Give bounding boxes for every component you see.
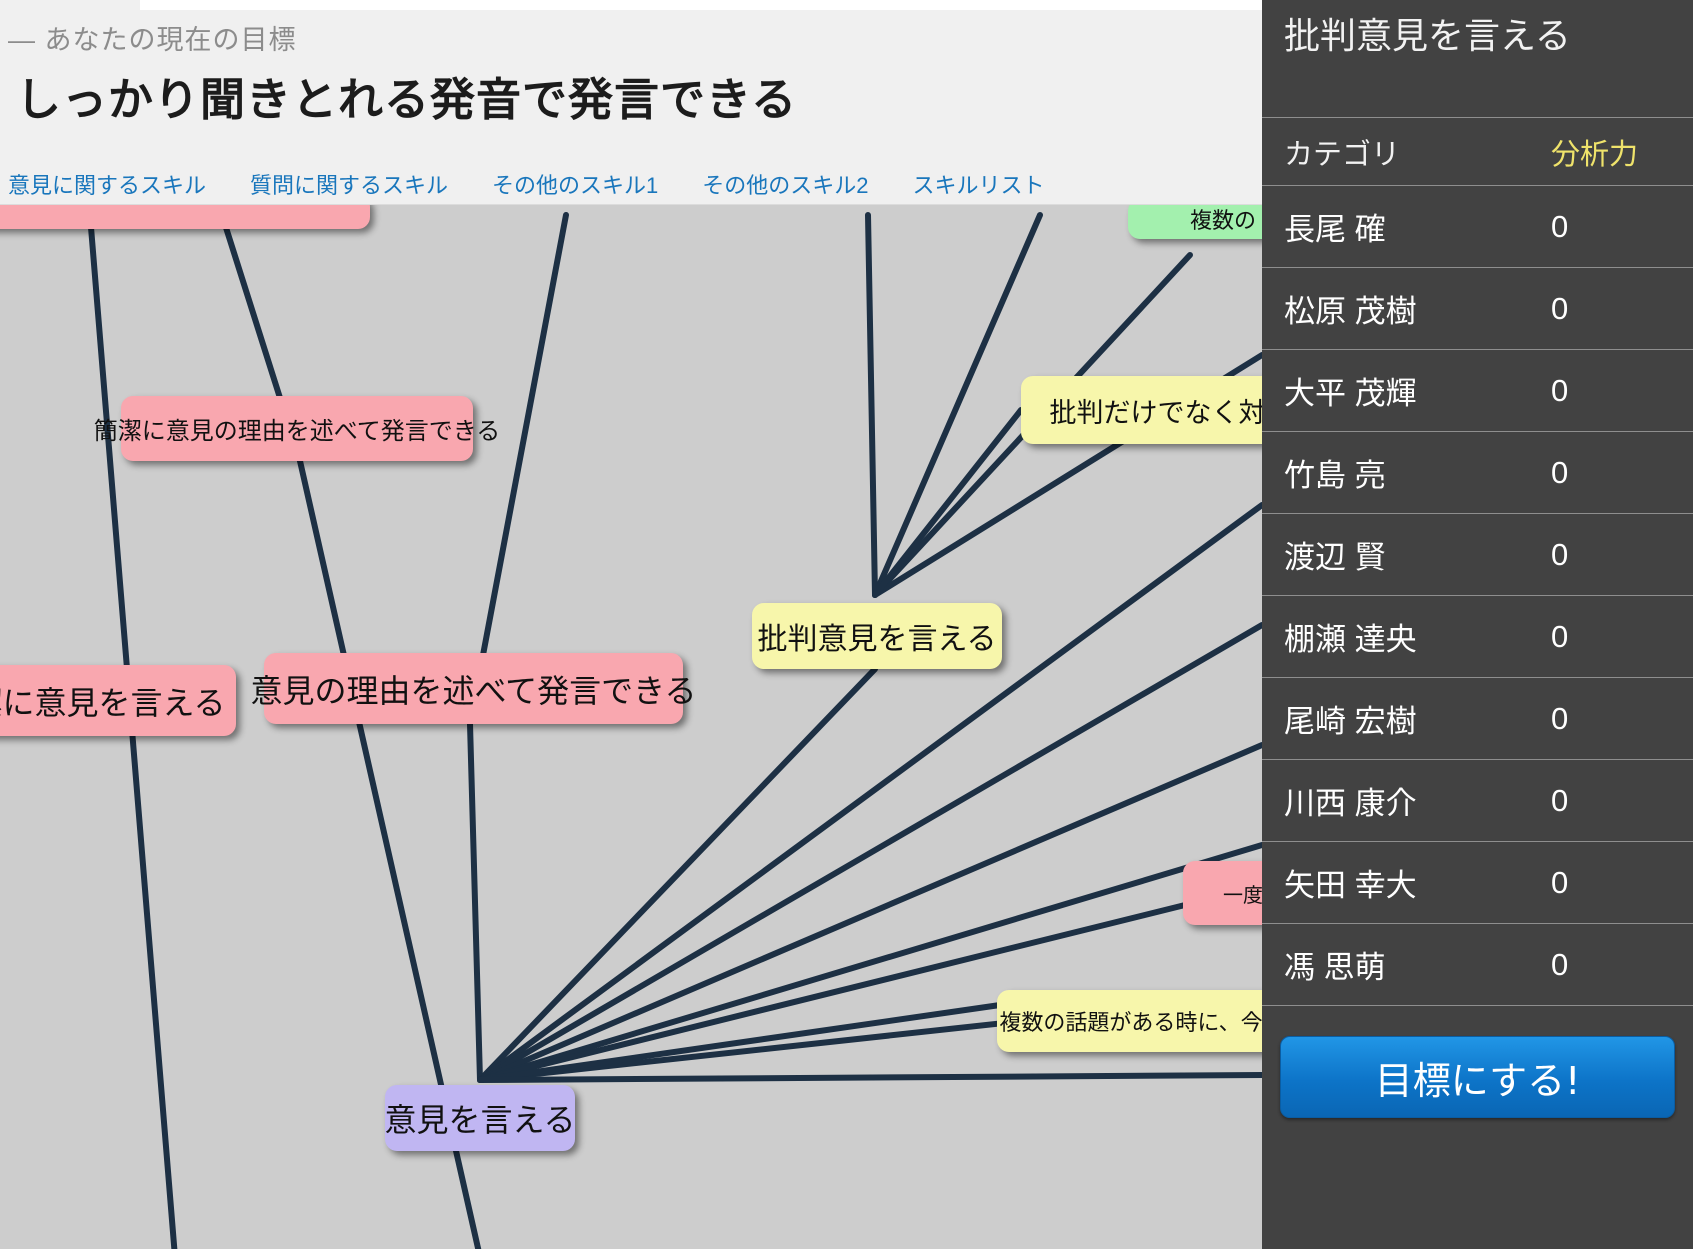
panel-member-row[interactable]: 長尾 確0 [1262,186,1693,268]
panel-member-row[interactable]: 尾崎 宏樹0 [1262,678,1693,760]
header-top-strip-pad [0,0,140,10]
panel-member-name: 馮 思萌 [1284,942,1551,987]
panel-member-score: 0 [1551,701,1671,737]
panel-member-score: 0 [1551,291,1671,327]
panel-member-name: 松原 茂樹 [1284,286,1551,331]
app-root: — あなたの現在の目標 しっかり聞きとれる発音で発言できる 意見に関するスキル … [0,0,1693,1249]
header-top-strip [0,0,1262,10]
mindmap-node[interactable]: 一度の発 [1183,861,1262,925]
mindmap-node-label: 複数の話題がある時に、今話 [999,1005,1262,1037]
mindmap-node-label: 一度の発 [1223,879,1262,908]
skill-detail-panel: 批判意見を言える カテゴリ 分析力 長尾 確0松原 茂樹0大平 茂輝0竹島 亮0… [1262,0,1693,1249]
panel-member-score: 0 [1551,619,1671,655]
mindmap-node[interactable]: 複数の [1128,205,1262,239]
mindmap-node[interactable]: 簡潔に意見の理由を述べて発言できる [121,396,473,461]
panel-spacer [1262,1006,1693,1036]
panel-member-row[interactable]: 渡辺 賢0 [1262,514,1693,596]
panel-member-name: 渡辺 賢 [1284,532,1551,577]
panel-member-score: 0 [1551,947,1671,983]
page-header: — あなたの現在の目標 しっかり聞きとれる発音で発言できる 意見に関するスキル … [0,0,1262,205]
panel-member-row[interactable]: 川西 康介0 [1262,760,1693,842]
mindmap-edge [875,215,1040,595]
panel-member-score: 0 [1551,455,1671,491]
panel-member-name: 棚瀬 達央 [1284,614,1551,659]
nav-link-skill-list[interactable]: スキルリスト [913,168,1045,200]
panel-member-row[interactable]: 馮 思萌0 [1262,924,1693,1006]
mindmap-node[interactable]: 批判意見を言える [752,603,1002,669]
panel-member-score: 0 [1551,865,1671,901]
panel-member-name: 矢田 幸大 [1284,860,1551,905]
mindmap-node[interactable] [0,205,370,229]
mindmap-node-label: 潔に意見を言える [0,678,226,724]
panel-member-name: 川西 康介 [1284,778,1551,823]
panel-member-row[interactable]: 竹島 亮0 [1262,432,1693,514]
nav-link-other-skills-1[interactable]: その他のスキル1 [492,168,658,200]
panel-table-header: カテゴリ 分析力 [1262,118,1693,186]
mindmap-node[interactable]: 意見を言える [385,1085,575,1151]
panel-member-score: 0 [1551,373,1671,409]
mindmap-node-label: 批判だけでなく対案 [1050,391,1263,430]
panel-skill-title: 批判意見を言える [1262,0,1693,118]
panel-member-name: 竹島 亮 [1284,450,1551,495]
page-title: しっかり聞きとれる発音で発言できる [16,63,797,128]
panel-member-row[interactable]: 松原 茂樹0 [1262,268,1693,350]
nav-link-question-skills[interactable]: 質問に関するスキル [250,168,448,200]
set-as-goal-button[interactable]: 目標にする! [1280,1036,1675,1118]
mindmap-node[interactable]: 潔に意見を言える [0,665,236,736]
panel-member-row[interactable]: 矢田 幸大0 [1262,842,1693,924]
panel-member-score: 0 [1551,209,1671,245]
mindmap-node-label: 簡潔に意見の理由を述べて発言できる [94,411,501,446]
mindmap-edge [480,1075,1262,1080]
panel-member-row[interactable]: 大平 茂輝0 [1262,350,1693,432]
mindmap-node[interactable]: 複数の話題がある時に、今話 [997,990,1262,1052]
panel-row-list: 長尾 確0松原 茂樹0大平 茂輝0竹島 亮0渡辺 賢0棚瀬 達央0尾崎 宏樹0川… [1262,186,1693,1006]
mindmap-edge [470,724,480,1080]
mindmap-node-label: 批判意見を言える [757,614,996,658]
panel-column-category: カテゴリ [1284,131,1551,173]
mindmap-node[interactable]: 批判だけでなく対案 [1021,376,1262,444]
panel-member-score: 0 [1551,783,1671,819]
mindmap-canvas[interactable]: 複数の簡潔に意見の理由を述べて発言できる 批判だけでなく対案批判意見を言える意見の… [0,205,1262,1249]
panel-member-row[interactable]: 棚瀬 達央0 [1262,596,1693,678]
panel-member-name: 大平 茂輝 [1284,368,1551,413]
mindmap-edge [470,215,566,724]
panel-member-name: 長尾 確 [1284,204,1551,249]
current-goal-caption: — あなたの現在の目標 [8,18,297,57]
nav-link-other-skills-2[interactable]: その他のスキル2 [702,168,868,200]
panel-member-score: 0 [1551,537,1671,573]
mindmap-edge [875,410,1021,595]
panel-column-analysis: 分析力 [1551,131,1671,173]
panel-member-name: 尾崎 宏樹 [1284,696,1551,741]
mindmap-edge [868,215,875,595]
nav-link-opinion-skills[interactable]: 意見に関するスキル [8,168,206,200]
nav-links: 意見に関するスキル 質問に関するスキル その他のスキル1 その他のスキル2 スキ… [8,168,1045,200]
mindmap-node-label: 意見の理由を述べて発言できる [250,666,696,712]
mindmap-node[interactable]: 意見の理由を述べて発言できる [264,653,683,724]
mindmap-node-label: 複数の [1190,205,1256,235]
mindmap-node-label: 意見を言える [384,1095,575,1141]
